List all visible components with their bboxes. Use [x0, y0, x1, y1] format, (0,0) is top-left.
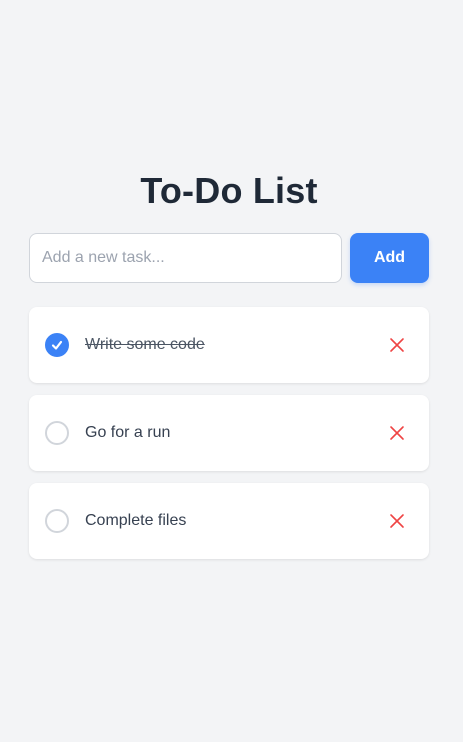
task-item: Write some code: [29, 307, 429, 383]
add-button[interactable]: Add: [350, 233, 429, 283]
close-icon: [390, 338, 404, 352]
task-checkbox[interactable]: [45, 421, 69, 445]
task-text: Go for a run: [85, 424, 171, 441]
page-title: To-Do List: [140, 170, 318, 211]
task-checkbox[interactable]: [45, 333, 69, 357]
task-item: Complete files: [29, 483, 429, 559]
task-list: Write some code Go for a run Complete fi…: [29, 307, 429, 559]
close-icon: [390, 514, 404, 528]
task-checkbox[interactable]: [45, 509, 69, 533]
task-item: Go for a run: [29, 395, 429, 471]
todo-app: To-Do List Add Write some code Go for a …: [29, 168, 429, 559]
close-icon: [390, 426, 404, 440]
task-text: Write some code: [85, 336, 205, 353]
delete-task-button[interactable]: [387, 423, 407, 443]
add-task-form: Add: [29, 233, 429, 283]
delete-task-button[interactable]: [387, 511, 407, 531]
task-input[interactable]: [29, 233, 342, 283]
check-icon: [51, 340, 63, 350]
task-text: Complete files: [85, 512, 187, 529]
delete-task-button[interactable]: [387, 335, 407, 355]
